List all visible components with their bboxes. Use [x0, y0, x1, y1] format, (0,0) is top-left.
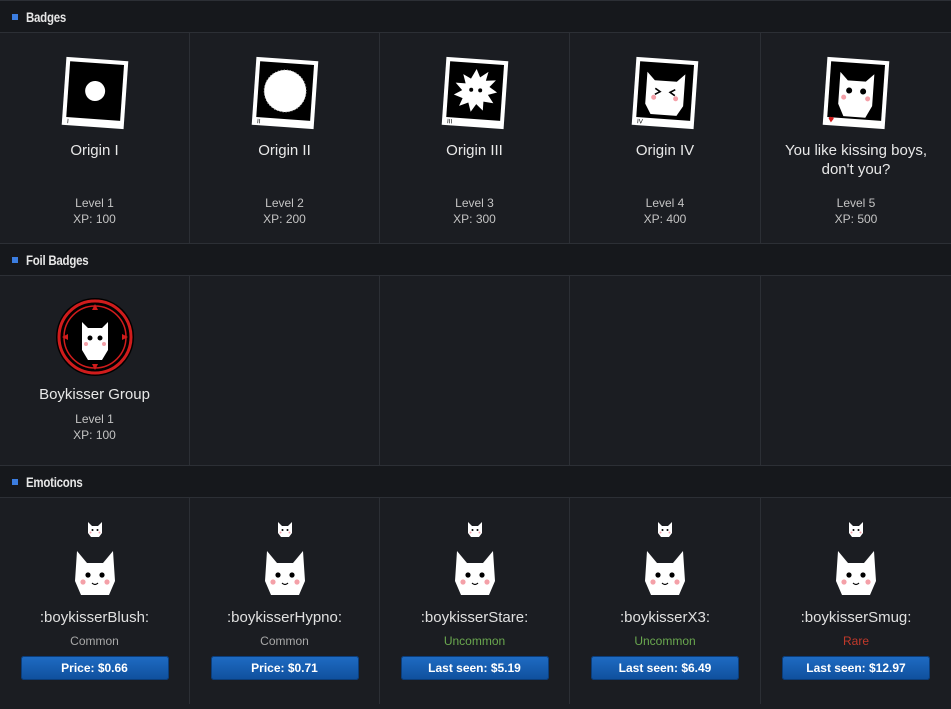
foil-badges-grid: Boykisser Group Level 1 XP: 100: [0, 276, 951, 465]
badge-meta: Level 5 XP: 500: [761, 195, 951, 227]
foil-badge-name: Boykisser Group: [39, 386, 150, 403]
section-title: Emoticons: [26, 473, 83, 490]
badge-level: Level 2: [265, 196, 304, 210]
badge-xp: XP: 100: [73, 428, 116, 442]
emoticon-rarity: Common: [260, 634, 309, 648]
emoticon-card[interactable]: :boykisserX3: Uncommon Last seen: $6.49: [570, 498, 761, 704]
section-marker-icon: [12, 478, 18, 485]
emoticons-grid: :boykisserBlush: Common Price: $0.66 :bo…: [0, 498, 951, 704]
badge-level: Level 1: [75, 412, 114, 426]
emoticon-name: :boykisserSmug:: [800, 609, 912, 626]
badge-level: Level 5: [836, 196, 876, 210]
badge-name: Origin I: [70, 142, 119, 159]
badge-level: Level 4: [645, 196, 685, 210]
origin-3-icon: III: [441, 56, 508, 130]
badge-level: Level 3: [455, 196, 494, 210]
badges-grid: I Origin I Level 1 XP: 100 II Origin II …: [0, 33, 951, 243]
emoticon-card[interactable]: :boykisserBlush: Common Price: $0.66: [0, 498, 190, 704]
emoticon-large-icon: [74, 551, 115, 595]
emoticon-name: :boykisserBlush:: [39, 609, 150, 626]
emoticon-large-icon: [836, 551, 876, 595]
emoticon-small-icon: [467, 522, 482, 537]
price-button[interactable]: Last seen: $6.49: [591, 656, 739, 680]
emoticon-large-icon: [264, 551, 305, 595]
emoticon-large-icon: [645, 551, 685, 595]
origin-1-icon: I: [61, 56, 128, 130]
origin-2-icon: II: [251, 56, 318, 130]
origin-4-icon: IV: [631, 56, 699, 130]
badge-card[interactable]: II Origin II Level 2 XP: 200: [190, 33, 380, 243]
emoticon-rarity: Common: [70, 634, 119, 648]
badge-card[interactable]: IV Origin IV Level 4 XP: 400: [570, 33, 761, 243]
foil-badges-section-header: Foil Badges: [0, 243, 951, 276]
badge-name: Origin III: [446, 142, 503, 159]
empty-cell: [190, 276, 380, 465]
badge-xp: XP: 500: [834, 212, 878, 226]
emoticon-card[interactable]: :boykisserSmug: Rare Last seen: $12.97: [761, 498, 951, 704]
price-button[interactable]: Price: $0.66: [20, 656, 169, 680]
emoticon-small-icon: [849, 522, 863, 537]
badge-card[interactable]: III Origin III Level 3 XP: 300: [380, 33, 570, 243]
emoticon-large-icon: [454, 551, 495, 595]
badge-meta: Level 2 XP: 200: [190, 195, 379, 227]
emoticon-name: :boykisserHypno:: [226, 609, 343, 626]
price-button[interactable]: Last seen: $12.97: [782, 656, 930, 680]
badge-level: Level 1: [75, 196, 114, 210]
badge-card[interactable]: You like kissing boys, don't you? Level …: [761, 33, 951, 243]
section-title: Badges: [26, 8, 67, 25]
emoticon-name: :boykisserX3:: [619, 609, 711, 626]
foil-badge-meta: Level 1 XP: 100: [73, 411, 116, 443]
badge-name: Origin II: [258, 142, 311, 159]
badge-name: Origin IV: [635, 142, 695, 159]
emoticon-small-icon: [87, 522, 102, 537]
badge-meta: Level 3 XP: 300: [380, 195, 569, 227]
badge-name: You like kissing boys, don't you?: [784, 142, 928, 178]
price-button[interactable]: Last seen: $5.19: [400, 656, 549, 680]
badge-meta: Level 4 XP: 400: [570, 195, 760, 227]
section-title: Foil Badges: [26, 251, 89, 268]
svg-text:II: II: [256, 118, 260, 125]
section-marker-icon: [12, 256, 18, 263]
emoticon-card[interactable]: :boykisserHypno: Common Price: $0.71: [190, 498, 380, 704]
emoticon-name: :boykisserStare:: [420, 609, 529, 626]
foil-badge-card[interactable]: Boykisser Group Level 1 XP: 100: [0, 276, 190, 465]
empty-cell: [380, 276, 570, 465]
svg-text:III: III: [446, 118, 452, 125]
badge-xp: XP: 100: [73, 212, 116, 226]
empty-cell: [761, 276, 951, 465]
emoticon-rarity: Rare: [842, 634, 869, 648]
origin-5-icon: [822, 56, 890, 130]
emoticon-card[interactable]: :boykisserStare: Uncommon Last seen: $5.…: [380, 498, 570, 704]
emoticons-section-header: Emoticons: [0, 465, 951, 498]
boykisser-foil-icon: [55, 298, 134, 376]
badge-xp: XP: 300: [453, 212, 496, 226]
section-marker-icon: [12, 13, 18, 20]
badge-xp: XP: 400: [643, 212, 687, 226]
emoticon-small-icon: [658, 522, 672, 537]
emoticon-small-icon: [277, 522, 292, 537]
empty-cell: [570, 276, 761, 465]
badge-meta: Level 1 XP: 100: [0, 195, 189, 227]
badge-card[interactable]: I Origin I Level 1 XP: 100: [0, 33, 190, 243]
emoticon-rarity: Uncommon: [634, 634, 696, 648]
price-button[interactable]: Price: $0.71: [210, 656, 359, 680]
badge-xp: XP: 200: [263, 212, 306, 226]
badges-section-header: Badges: [0, 0, 951, 33]
emoticon-rarity: Uncommon: [443, 634, 506, 648]
